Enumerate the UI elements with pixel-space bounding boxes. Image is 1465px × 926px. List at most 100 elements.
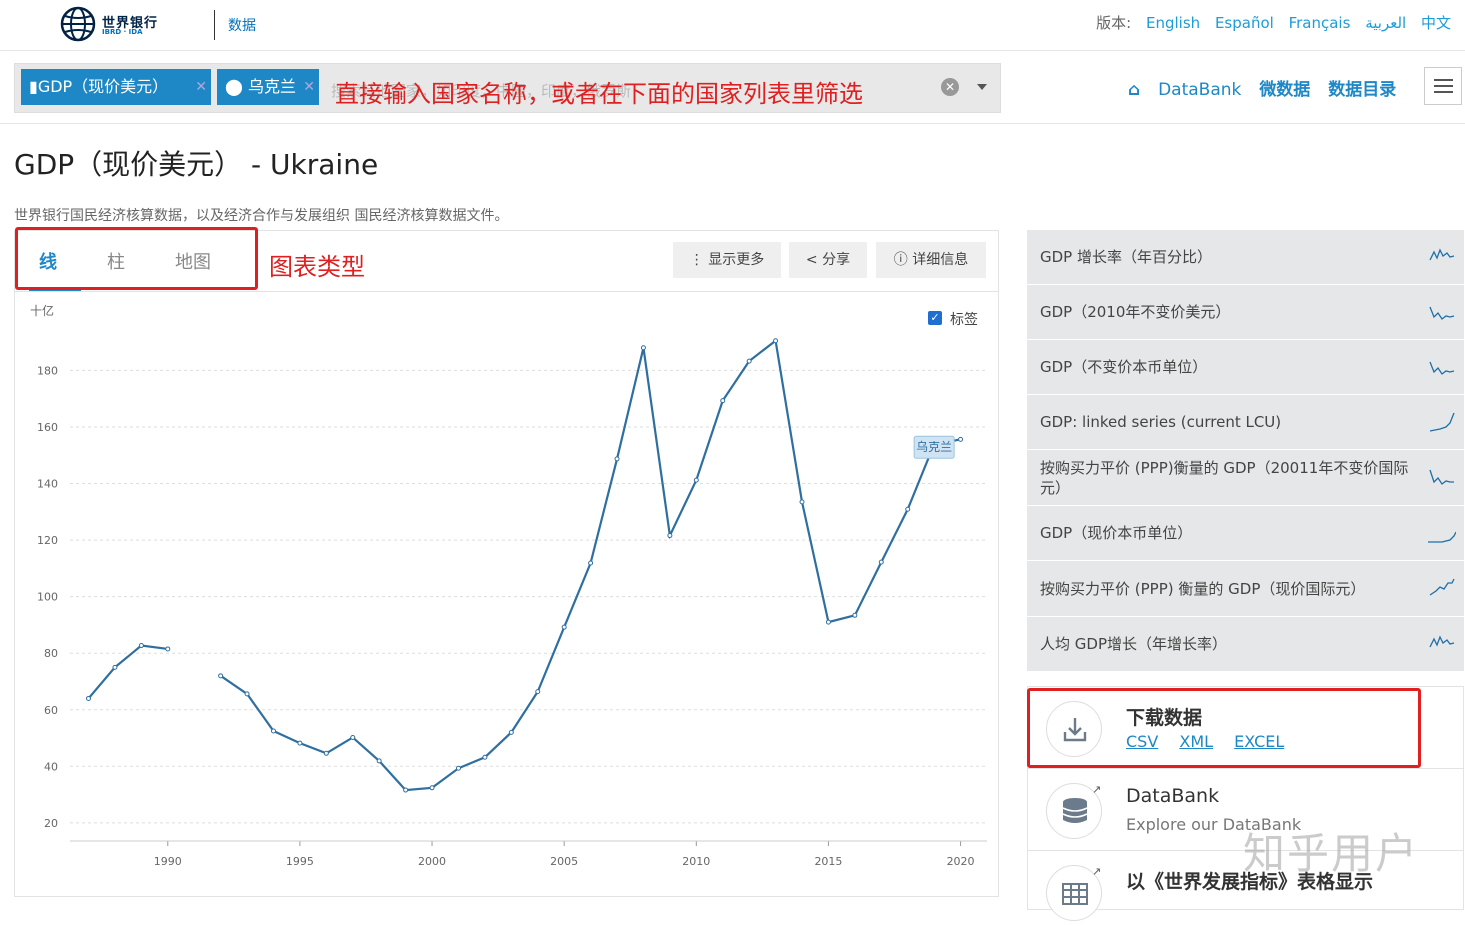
data-point — [455, 765, 461, 771]
data-point — [958, 436, 964, 442]
sidebar-item-gdp-per-capita-growth[interactable]: 人均 GDP增长（年增长率） — [1027, 617, 1464, 671]
nav-microdata[interactable]: 微数据 — [1259, 80, 1310, 100]
share-label: 分享 — [822, 252, 851, 268]
data-point — [482, 754, 488, 760]
data-point — [350, 734, 356, 740]
data-point — [429, 785, 435, 791]
country-tag[interactable]: ⬤ 乌克兰 ✕ — [217, 69, 319, 105]
data-point — [905, 506, 911, 512]
page-title: GDP（现价美元） - Ukraine — [14, 148, 379, 181]
y-tick-label: 140 — [37, 478, 58, 491]
chart-tabs: 线 柱 地图 图表类型 ⋮ 显示更多 < 分享 ⓘ 详细信息 — [15, 227, 998, 292]
world-bank-logo[interactable]: 世界银行 IBRD · IDA — [60, 6, 210, 44]
header-divider — [214, 10, 215, 40]
search-input[interactable]: ▮GDP（现价美元） ✕ ⬤ 乌克兰 ✕ 搜索其他国家，如印度，中国，印度，俄罗… — [14, 63, 1001, 113]
data-point — [270, 728, 276, 734]
data-point — [746, 358, 752, 364]
sidebar-item-gdp-constant-lcu[interactable]: GDP（不变价本币单位） — [1027, 340, 1464, 394]
location-pin-icon: ⬤ — [225, 77, 243, 96]
sparkline-icon — [1429, 578, 1455, 596]
sparkline-icon — [1428, 531, 1456, 543]
watermark: 知乎用户 — [1243, 829, 1420, 878]
info-icon: ⓘ — [893, 252, 908, 268]
share-button[interactable]: < 分享 — [789, 242, 867, 278]
data-point — [667, 533, 673, 539]
lang-french[interactable]: Français — [1289, 14, 1351, 32]
data-point — [852, 612, 858, 618]
data-point — [218, 673, 224, 679]
data-point — [773, 338, 779, 344]
lang-spanish[interactable]: Español — [1215, 14, 1274, 32]
chart-area: 十亿 ✓ 标签 20 40 60 80 100 120 140 160 180 1990 1995 2… — [15, 292, 998, 898]
external-link-icon: ↗ — [1092, 783, 1102, 796]
data-point — [588, 560, 594, 566]
share-icon: < — [805, 252, 818, 268]
data-point — [112, 664, 118, 670]
sidebar-item-gdp-linked-series[interactable]: GDP: linked series (current LCU) — [1027, 395, 1464, 449]
sidebar-item-label: 按购买力平价 (PPP)衡量的 GDP（20011年不变价国际元） — [1040, 458, 1409, 497]
lang-chinese[interactable]: 中文 — [1421, 14, 1451, 32]
data-point — [165, 646, 171, 652]
show-more-button[interactable]: ⋮ 显示更多 — [673, 242, 781, 278]
data-point — [825, 619, 831, 625]
data-point — [614, 456, 620, 462]
data-point — [508, 729, 514, 735]
indicator-tag-label: GDP（现价美元） — [37, 77, 169, 96]
sparkline-icon — [1429, 361, 1455, 375]
version-label: 版本: — [1096, 14, 1132, 32]
y-tick-label: 60 — [44, 704, 58, 717]
sidebar-item-label: 按购买力平价 (PPP) 衡量的 GDP（现价国际元） — [1040, 579, 1366, 598]
lang-english[interactable]: English — [1146, 14, 1200, 32]
x-tick-label: 2000 — [418, 855, 446, 868]
remove-tag-icon[interactable]: ✕ — [195, 69, 207, 105]
sidebar-item-gdp-ppp-current[interactable]: 按购买力平价 (PPP) 衡量的 GDP（现价国际元） — [1027, 561, 1464, 616]
annotation-box — [1027, 688, 1421, 768]
more-vertical-icon: ⋮ — [689, 252, 704, 268]
clear-icon[interactable]: ✕ — [941, 78, 959, 96]
x-tick-label: 1990 — [154, 855, 182, 868]
sidebar-item-label: 人均 GDP增长（年增长率） — [1040, 635, 1227, 653]
sparkline-icon — [1429, 306, 1455, 320]
sidebar-item-gdp-current-lcu[interactable]: GDP（现价本币单位） — [1027, 506, 1464, 560]
indicator-tag[interactable]: ▮GDP（现价美元） ✕ — [21, 69, 211, 105]
data-point — [323, 750, 329, 756]
sidebar-item-label: GDP（2010年不变价美元） — [1040, 303, 1231, 321]
x-tick-label: 2005 — [550, 855, 578, 868]
x-tick-label: 2010 — [682, 855, 710, 868]
home-icon[interactable]: ⌂ — [1128, 80, 1140, 100]
data-point — [376, 758, 382, 764]
line-chart: 20 40 60 80 100 120 140 160 180 1990 1995 2000 2005 2… — [37, 338, 987, 868]
data-point — [878, 559, 884, 565]
sidebar-item-label: GDP 增长率（年百分比） — [1040, 248, 1212, 266]
y-tick-label: 120 — [37, 534, 58, 547]
main-nav: ⌂ DataBank 微数据 数据目录 — [1128, 75, 1408, 100]
data-point — [85, 695, 91, 701]
sidebar-item-gdp-growth[interactable]: GDP 增长率（年百分比） — [1027, 230, 1464, 284]
chevron-down-icon[interactable] — [977, 84, 987, 90]
globe-icon — [60, 6, 96, 42]
x-tick-label: 2015 — [814, 855, 842, 868]
nav-databank[interactable]: DataBank — [1158, 80, 1241, 100]
site-title-link[interactable]: 数据 — [228, 15, 256, 35]
data-point — [138, 643, 144, 649]
search-row: ▮GDP（现价美元） ✕ ⬤ 乌克兰 ✕ 搜索其他国家，如印度，中国，印度，俄罗… — [0, 51, 1465, 124]
external-link-icon: ↗ — [1092, 865, 1102, 878]
end-label: 乌克兰 — [916, 439, 952, 454]
sidebar-item-gdp-2010-usd[interactable]: GDP（2010年不变价美元） — [1027, 285, 1464, 339]
y-tick-label: 180 — [37, 364, 58, 377]
annotation-hint: 直接输入国家名称，或者在下面的国家列表里筛选 — [335, 80, 863, 108]
menu-icon[interactable] — [1424, 67, 1462, 105]
sidebar-item-label: GDP: linked series (current LCU) — [1040, 413, 1282, 431]
data-point — [403, 787, 409, 793]
logo-subtitle: IBRD · IDA — [102, 28, 143, 36]
nav-catalog[interactable]: 数据目录 — [1328, 80, 1396, 100]
data-point — [799, 499, 805, 505]
sparkline-icon — [1429, 412, 1455, 432]
sparkline-icon — [1429, 635, 1455, 648]
databank-title: DataBank — [1126, 785, 1220, 807]
remove-tag-icon[interactable]: ✕ — [303, 69, 315, 105]
sidebar-item-gdp-ppp-constant[interactable]: 按购买力平价 (PPP)衡量的 GDP（20011年不变价国际元） — [1027, 450, 1464, 505]
data-point — [244, 691, 250, 697]
details-button[interactable]: ⓘ 详细信息 — [876, 242, 986, 278]
lang-arabic[interactable]: العربية — [1365, 14, 1406, 32]
